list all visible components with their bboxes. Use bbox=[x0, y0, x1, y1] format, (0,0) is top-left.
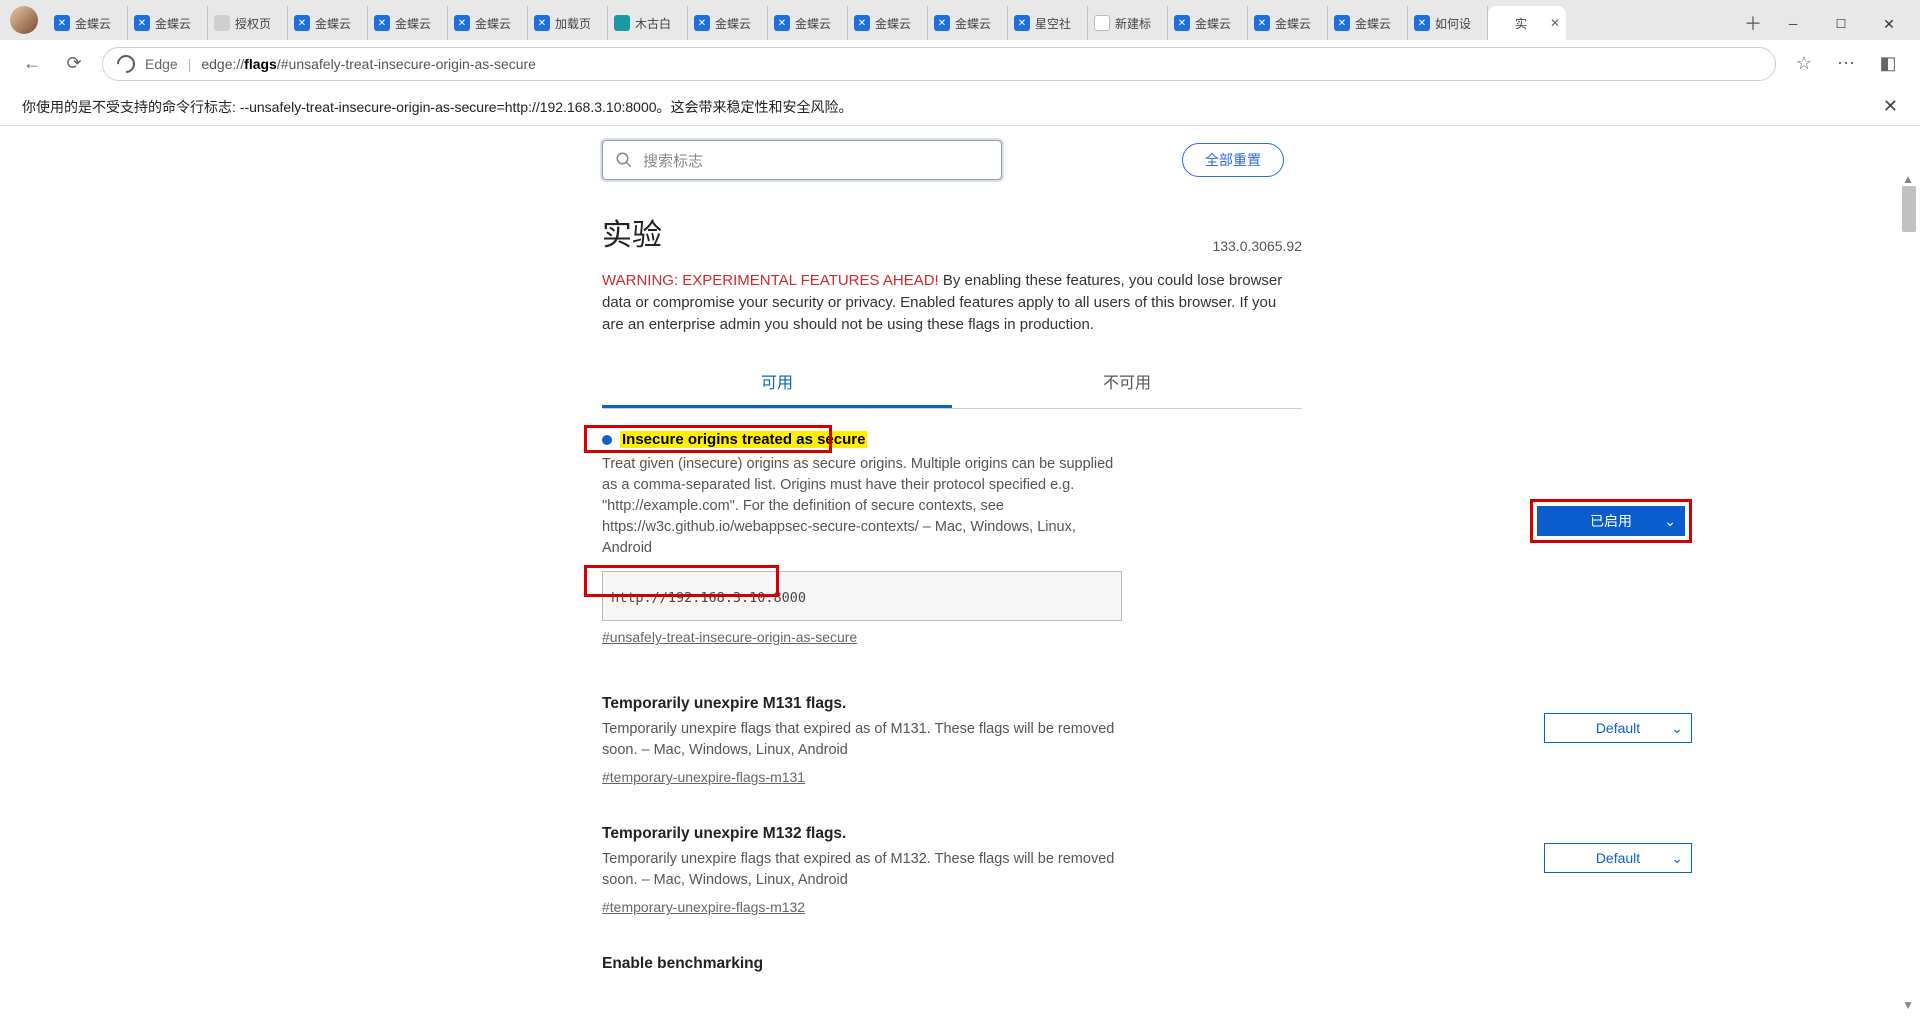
annotation-red-box-select: 已启用⌄ bbox=[1530, 499, 1692, 543]
search-flags-input[interactable]: 搜索标志 bbox=[602, 140, 1002, 180]
back-button[interactable]: ← bbox=[18, 50, 46, 78]
window-maximize[interactable]: ☐ bbox=[1818, 8, 1864, 40]
flag-description: Temporarily unexpire flags that expired … bbox=[602, 849, 1122, 891]
chevron-down-icon: ⌄ bbox=[1671, 720, 1683, 737]
tab-strip: ✕金蝶云✕金蝶云授权页✕金蝶云✕金蝶云✕金蝶云✕加载页木古白✕金蝶云✕金蝶云✕金… bbox=[48, 6, 1736, 40]
favicon-icon bbox=[614, 15, 630, 31]
flag-hash-link[interactable]: #unsafely-treat-insecure-origin-as-secur… bbox=[602, 629, 857, 645]
new-tab-button[interactable]: ＋ bbox=[1736, 6, 1770, 40]
favicon-icon: ✕ bbox=[1334, 15, 1350, 31]
browser-version: 133.0.3065.92 bbox=[1212, 238, 1302, 254]
favicon-icon: ✕ bbox=[534, 15, 550, 31]
flags-tabs: 可用 不可用 bbox=[602, 359, 1302, 409]
flag-origins-input[interactable] bbox=[602, 571, 1122, 621]
tab-close-icon[interactable]: ✕ bbox=[1550, 16, 1560, 30]
browser-toolbar: ← ⟳ Edge | edge://flags/#unsafely-treat-… bbox=[0, 40, 1920, 88]
browser-tab[interactable]: ✕金蝶云 bbox=[48, 6, 128, 40]
infobar-close-icon[interactable]: ✕ bbox=[1883, 96, 1898, 117]
flag-hash-link[interactable]: #temporary-unexpire-flags-m132 bbox=[602, 899, 805, 915]
page-title: 实验 bbox=[602, 210, 662, 254]
browser-tab[interactable]: ✕金蝶云 bbox=[1168, 6, 1248, 40]
favicon-icon: ✕ bbox=[694, 15, 710, 31]
edge-icon bbox=[113, 51, 138, 76]
browser-tab[interactable]: ✕金蝶云 bbox=[688, 6, 768, 40]
favicon-icon: ✕ bbox=[774, 15, 790, 31]
browser-tab[interactable]: ✕加载页 bbox=[528, 6, 608, 40]
favicon-icon: ✕ bbox=[1014, 15, 1030, 31]
browser-tab[interactable]: ✕金蝶云 bbox=[928, 6, 1008, 40]
chevron-down-icon: ⌄ bbox=[1664, 513, 1676, 530]
flag-title: Insecure origins treated as secure bbox=[620, 431, 867, 448]
browser-tab[interactable]: 木古白 bbox=[608, 6, 688, 40]
browser-tab[interactable]: ✕金蝶云 bbox=[848, 6, 928, 40]
scroll-down-icon[interactable]: ▼ bbox=[1902, 998, 1914, 1012]
favicon-icon: ✕ bbox=[54, 15, 70, 31]
infobar-text: 你使用的是不受支持的命令行标志: --unsafely-treat-insecu… bbox=[22, 97, 853, 117]
page-scrollbar[interactable]: ▲ ▼ bbox=[1902, 186, 1916, 1010]
flag-title: Enable benchmarking bbox=[602, 955, 1302, 973]
favicon-icon: ✕ bbox=[1174, 15, 1190, 31]
browser-tab[interactable]: ✕金蝶云 bbox=[288, 6, 368, 40]
flag-title: Temporarily unexpire M131 flags. bbox=[602, 695, 1302, 713]
refresh-button[interactable]: ⟳ bbox=[60, 50, 88, 78]
window-controls: ─ ☐ ✕ bbox=[1770, 8, 1912, 40]
search-placeholder: 搜索标志 bbox=[643, 150, 703, 171]
flag-description: Temporarily unexpire flags that expired … bbox=[602, 719, 1122, 761]
sidebar-toggle-icon[interactable]: ◧ bbox=[1874, 50, 1902, 78]
favicon-icon: ✕ bbox=[934, 15, 950, 31]
browser-tab[interactable]: 授权页 bbox=[208, 6, 288, 40]
flag-unexpire-m131: Temporarily unexpire M131 flags. Tempora… bbox=[602, 691, 1302, 811]
favicon-icon: ✕ bbox=[374, 15, 390, 31]
favicon-icon: ✕ bbox=[1254, 15, 1270, 31]
reset-all-button[interactable]: 全部重置 bbox=[1182, 143, 1284, 177]
window-close[interactable]: ✕ bbox=[1866, 8, 1912, 40]
search-icon bbox=[615, 151, 633, 169]
browser-tab[interactable]: ✕如何设 bbox=[1408, 6, 1488, 40]
browser-tab[interactable]: ✕金蝶云 bbox=[368, 6, 448, 40]
address-label: Edge bbox=[145, 56, 178, 72]
flag-description: Treat given (insecure) origins as secure… bbox=[602, 454, 1122, 559]
profile-avatar[interactable] bbox=[10, 6, 38, 34]
flag-insecure-origins: Insecure origins treated as secure Treat… bbox=[602, 427, 1302, 671]
scroll-up-icon[interactable]: ▲ bbox=[1902, 172, 1914, 186]
browser-tab[interactable]: ✕金蝶云 bbox=[1328, 6, 1408, 40]
favicon-icon: ✕ bbox=[854, 15, 870, 31]
tab-available[interactable]: 可用 bbox=[602, 359, 952, 408]
favicon-icon: ✕ bbox=[294, 15, 310, 31]
window-minimize[interactable]: ─ bbox=[1770, 8, 1816, 40]
modified-dot-icon bbox=[602, 435, 612, 445]
window-titlebar: ✕金蝶云✕金蝶云授权页✕金蝶云✕金蝶云✕金蝶云✕加载页木古白✕金蝶云✕金蝶云✕金… bbox=[0, 0, 1920, 40]
flag-state-select[interactable]: Default⌄ bbox=[1544, 713, 1692, 743]
browser-tab[interactable]: ✕金蝶云 bbox=[448, 6, 528, 40]
favicon-icon bbox=[214, 15, 230, 31]
favicon-icon: ▤ bbox=[1094, 15, 1110, 31]
address-bar[interactable]: Edge | edge://flags/#unsafely-treat-inse… bbox=[102, 47, 1776, 81]
favicon-icon: ✕ bbox=[454, 15, 470, 31]
flag-state-select[interactable]: Default⌄ bbox=[1544, 843, 1692, 873]
flag-title: Temporarily unexpire M132 flags. bbox=[602, 825, 1302, 843]
flag-unexpire-m132: Temporarily unexpire M132 flags. Tempora… bbox=[602, 821, 1302, 941]
flag-enable-benchmarking: Enable benchmarking bbox=[602, 951, 1302, 997]
favorite-star-icon[interactable]: ☆ bbox=[1790, 50, 1818, 78]
browser-tab-active[interactable]: ⚗实✕ bbox=[1488, 6, 1566, 40]
flag-state-select[interactable]: 已启用⌄ bbox=[1537, 506, 1685, 536]
favicon-icon: ✕ bbox=[1414, 15, 1430, 31]
flask-icon: ⚗ bbox=[1494, 15, 1510, 31]
browser-tab[interactable]: ▤新建标 bbox=[1088, 6, 1168, 40]
browser-tab[interactable]: ✕金蝶云 bbox=[128, 6, 208, 40]
flags-page: 搜索标志 全部重置 实验 133.0.3065.92 WARNING: EXPE… bbox=[4, 126, 1900, 1020]
favicon-icon: ✕ bbox=[134, 15, 150, 31]
flag-hash-link[interactable]: #temporary-unexpire-flags-m131 bbox=[602, 769, 805, 785]
experimental-warning: WARNING: EXPERIMENTAL FEATURES AHEAD! By… bbox=[602, 270, 1302, 335]
address-url: edge://flags/#unsafely-treat-insecure-or… bbox=[201, 56, 536, 72]
more-menu-icon[interactable]: ⋯ bbox=[1832, 50, 1860, 78]
browser-tab[interactable]: ✕星空社 bbox=[1008, 6, 1088, 40]
tab-unavailable[interactable]: 不可用 bbox=[952, 359, 1302, 408]
browser-tab[interactable]: ✕金蝶云 bbox=[768, 6, 848, 40]
scroll-thumb[interactable] bbox=[1902, 186, 1916, 232]
unsupported-flag-infobar: 你使用的是不受支持的命令行标志: --unsafely-treat-insecu… bbox=[0, 88, 1920, 126]
chevron-down-icon: ⌄ bbox=[1671, 850, 1683, 867]
browser-tab[interactable]: ✕金蝶云 bbox=[1248, 6, 1328, 40]
